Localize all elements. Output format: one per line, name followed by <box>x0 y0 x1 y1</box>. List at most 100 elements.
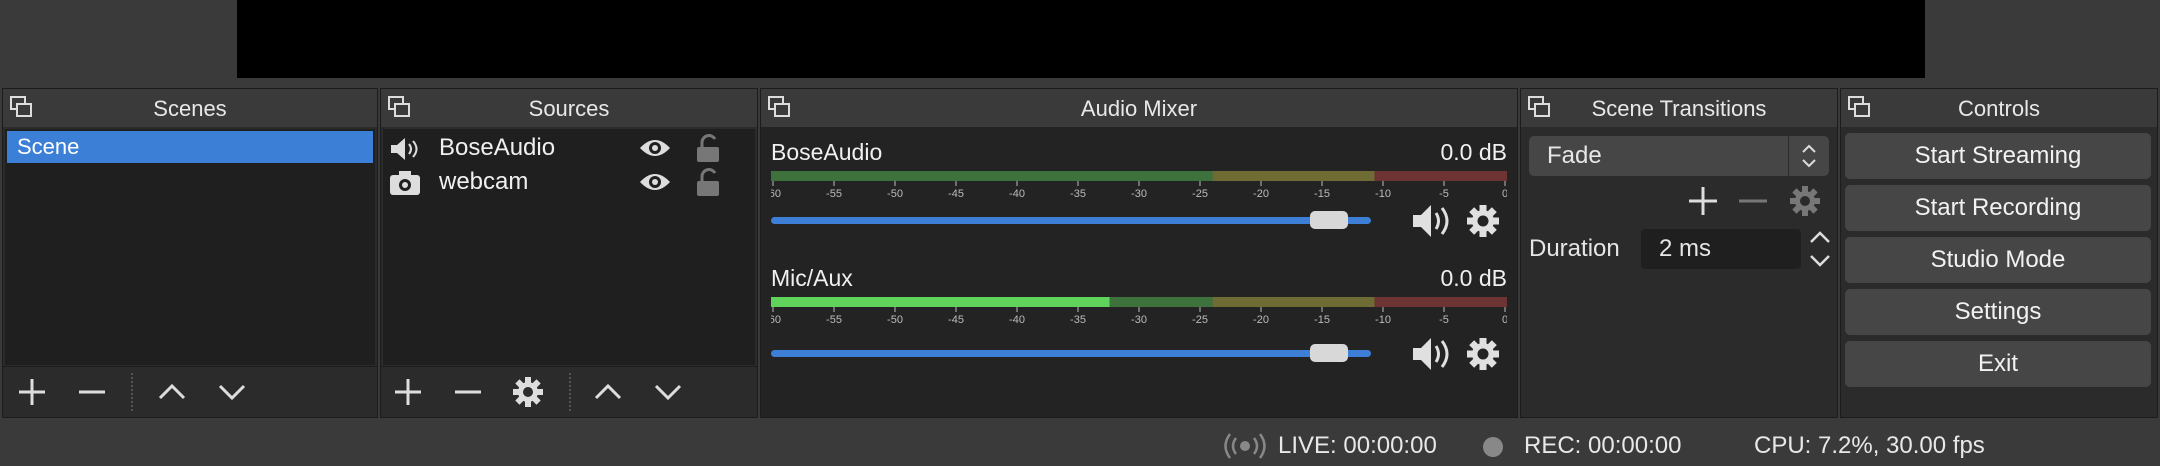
meter-tick-label: -35 <box>1070 314 1086 325</box>
start-recording-button[interactable]: Start Recording <box>1845 185 2151 231</box>
duration-input[interactable]: 2 ms <box>1641 229 1801 269</box>
float-dock-icon[interactable] <box>387 95 411 119</box>
volume-meter: -60-55-50-45-40-35-30-25-20-15-10-50 <box>771 297 1507 325</box>
chevron-updown-icon[interactable] <box>1788 136 1829 176</box>
gear-icon[interactable] <box>1461 201 1505 241</box>
channel-name: Mic/Aux <box>771 265 853 291</box>
transition-selected-value: Fade <box>1547 142 1602 169</box>
preview-canvas[interactable] <box>237 0 1925 78</box>
camera-icon <box>390 171 420 195</box>
meter-tick-label: -50 <box>887 188 903 199</box>
dock-title-text: Audio Mixer <box>1080 96 1198 121</box>
preview-area <box>0 0 2160 80</box>
start-streaming-button[interactable]: Start Streaming <box>1845 133 2151 179</box>
scenes-list[interactable]: Scene <box>5 129 375 365</box>
chevron-up-icon[interactable] <box>1805 227 1835 249</box>
speaker-icon <box>391 138 418 160</box>
add-icon[interactable] <box>391 375 425 409</box>
dock-title-text: Scenes <box>153 96 227 121</box>
dock-title-text: Scene Transitions <box>1591 96 1767 121</box>
volume-slider[interactable] <box>771 350 1371 357</box>
sources-dock-title: Sources <box>381 89 757 127</box>
list-item-source[interactable]: webcam <box>383 165 755 199</box>
source-name: BoseAudio <box>439 134 556 161</box>
meter-tick-label: -10 <box>1375 314 1391 325</box>
meter-tick-label: -5 <box>1439 188 1449 199</box>
meter-segment <box>1212 297 1375 307</box>
toolbar-separator <box>569 373 571 411</box>
sources-toolbar <box>381 366 757 417</box>
list-item-scene[interactable]: Scene <box>7 131 373 163</box>
record-dot-icon <box>1483 437 1503 457</box>
meter-tick-label: -60 <box>771 314 781 325</box>
meter-segment <box>1212 171 1375 181</box>
float-dock-icon[interactable] <box>1527 95 1551 119</box>
live-timer: LIVE: 00:00:00 <box>1278 432 1437 459</box>
mixer-dock-title: Audio Mixer <box>761 89 1517 127</box>
meter-tick-label: 0 <box>1502 314 1507 325</box>
volume-slider-handle[interactable] <box>1310 344 1348 362</box>
move-down-icon[interactable] <box>651 375 685 409</box>
gear-icon[interactable] <box>511 375 545 409</box>
remove-icon[interactable] <box>1735 183 1771 219</box>
lock-icon[interactable] <box>695 133 721 163</box>
meter-tick-label: -25 <box>1192 314 1208 325</box>
move-down-icon[interactable] <box>215 375 249 409</box>
source-name: webcam <box>439 168 529 195</box>
controls-dock-title: Controls <box>1841 89 2157 127</box>
lock-icon[interactable] <box>695 167 721 197</box>
meter-tick-label: -30 <box>1131 314 1147 325</box>
meter-tick-label: -20 <box>1253 188 1269 199</box>
chevron-down-icon[interactable] <box>1805 249 1835 271</box>
channel-db: 0.0 dB <box>1440 139 1508 165</box>
list-item-source[interactable]: BoseAudio <box>383 131 755 165</box>
channel-db: 0.0 dB <box>1440 265 1508 291</box>
meter-tick-label: -30 <box>1131 188 1147 199</box>
duration-label: Duration <box>1529 235 1620 262</box>
meter-tick-label: -40 <box>1009 188 1025 199</box>
studio-mode-button[interactable]: Studio Mode <box>1845 237 2151 283</box>
meter-tick-label: -45 <box>948 188 964 199</box>
meter-tick-label: -20 <box>1253 314 1269 325</box>
move-up-icon[interactable] <box>155 375 189 409</box>
channel-name: BoseAudio <box>771 139 883 165</box>
dock-title-text: Controls <box>1958 96 2040 121</box>
mixer-body: BoseAudio 0.0 dB -60-55-50-45-40-35-30-2… <box>761 127 1517 417</box>
gear-icon[interactable] <box>1461 334 1505 374</box>
transitions-dock-title: Scene Transitions <box>1521 89 1837 127</box>
float-dock-icon[interactable] <box>767 95 791 119</box>
visibility-eye-icon[interactable] <box>638 169 672 195</box>
sources-list[interactable]: BoseAudio webcam <box>383 129 755 365</box>
speaker-mute-icon[interactable] <box>1411 201 1455 241</box>
meter-tick-label: -45 <box>948 314 964 325</box>
gear-icon[interactable] <box>1787 183 1823 219</box>
dock-title-text: Sources <box>528 96 610 121</box>
visibility-eye-icon[interactable] <box>638 135 672 161</box>
meter-tick-label: -15 <box>1314 188 1330 199</box>
add-icon[interactable] <box>15 375 49 409</box>
scenes-dock-title: Scenes <box>3 89 377 127</box>
scene-transitions-dock: Scene Transitions Fade Duration 2 ms <box>1520 88 1838 418</box>
volume-slider[interactable] <box>771 217 1371 224</box>
add-icon[interactable] <box>1685 183 1721 219</box>
speaker-mute-icon[interactable] <box>1411 334 1455 374</box>
meter-tick-label: -55 <box>826 314 842 325</box>
meter-tick-label: -40 <box>1009 314 1025 325</box>
float-dock-icon[interactable] <box>9 95 33 119</box>
sources-dock: Sources BoseAudio webcam <box>380 88 758 418</box>
live-broadcast-icon <box>1224 433 1266 459</box>
meter-tick-label: -25 <box>1192 188 1208 199</box>
exit-button[interactable]: Exit <box>1845 341 2151 387</box>
remove-icon[interactable] <box>75 375 109 409</box>
settings-button[interactable]: Settings <box>1845 289 2151 335</box>
meter-tick-label: -60 <box>771 188 781 199</box>
move-up-icon[interactable] <box>591 375 625 409</box>
float-dock-icon[interactable] <box>1847 95 1871 119</box>
meter-tick-label: -5 <box>1439 314 1449 325</box>
transition-select[interactable]: Fade <box>1529 136 1829 176</box>
volume-slider-handle[interactable] <box>1310 211 1348 229</box>
cpu-fps-readout: CPU: 7.2%, 30.00 fps <box>1754 432 1985 459</box>
meter-tick-label: 0 <box>1502 188 1507 199</box>
remove-icon[interactable] <box>451 375 485 409</box>
volume-meter: -60-55-50-45-40-35-30-25-20-15-10-50 <box>771 171 1507 199</box>
